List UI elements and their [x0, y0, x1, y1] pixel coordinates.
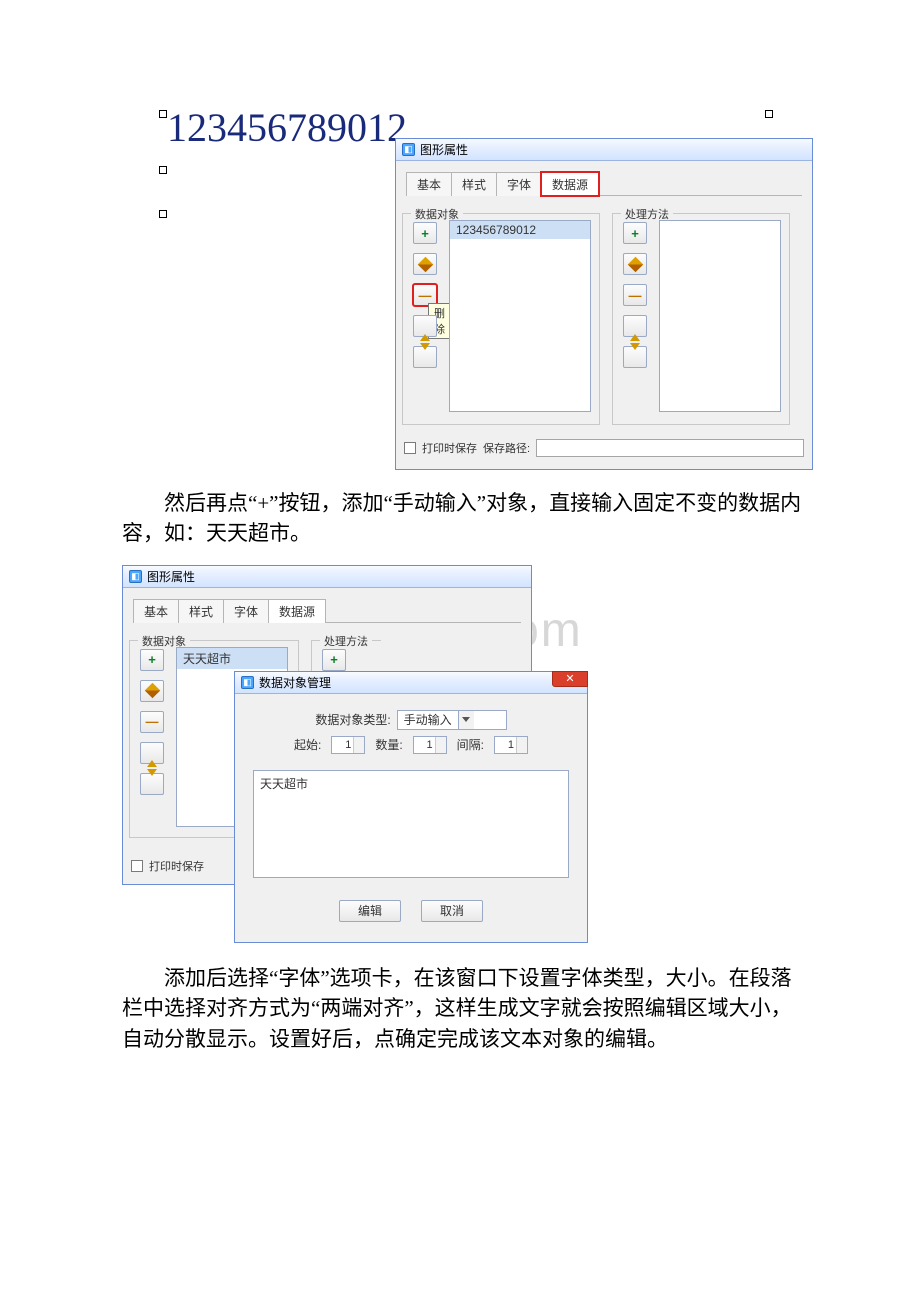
window-titlebar: ◧ 图形属性 — [123, 566, 531, 588]
qty-label: 数量: — [375, 736, 402, 753]
qty-spinner[interactable]: 1 — [413, 736, 447, 754]
window-title: 数据对象管理 — [259, 674, 331, 691]
edit-button[interactable] — [413, 253, 437, 275]
type-value: 手动输入 — [398, 711, 458, 728]
save-path-label: 保存路径: — [483, 440, 530, 456]
tab-font[interactable]: 字体 — [496, 172, 542, 196]
tab-strip: 基本 样式 字体 数据源 — [133, 598, 521, 623]
remove-button[interactable]: — 删除 — [413, 284, 437, 306]
arrow-down-icon — [147, 776, 157, 791]
remove-button[interactable]: — — [140, 711, 164, 733]
chevron-down-icon — [458, 711, 474, 729]
resize-handle — [765, 110, 773, 118]
close-button[interactable]: ✕ — [552, 671, 588, 687]
move-up-button[interactable] — [623, 315, 647, 337]
window-app-icon: ◧ — [129, 570, 142, 583]
gap-label: 间隔: — [457, 736, 484, 753]
list-item[interactable]: 天天超市 — [177, 648, 287, 669]
save-on-print-checkbox[interactable] — [404, 442, 416, 454]
pencil-icon — [630, 259, 641, 270]
data-object-group: 数据对象 + — 删除 123456789012 — [402, 213, 600, 425]
arrow-up-icon — [630, 319, 640, 334]
graphic-properties-window: ◧ 图形属性 基本 样式 字体 数据源 数据对象 + — — [395, 138, 813, 470]
move-down-button[interactable] — [413, 346, 437, 368]
resize-handle — [159, 210, 167, 218]
tab-datasource[interactable]: 数据源 — [268, 599, 326, 623]
cancel-button[interactable]: 取消 — [421, 900, 483, 922]
process-method-group: 处理方法 + — — [612, 213, 790, 425]
screenshot-2: www.bdocx.com ◧ 图形属性 基本 样式 字体 数据源 数据对象 + — [122, 565, 588, 945]
start-spinner[interactable]: 1 — [331, 736, 365, 754]
tab-basic[interactable]: 基本 — [133, 599, 179, 623]
arrow-down-icon — [630, 350, 640, 365]
window-app-icon: ◧ — [402, 143, 415, 156]
add-button[interactable]: + — [140, 649, 164, 671]
start-label: 起始: — [294, 736, 321, 753]
data-object-manage-dialog: ◧ 数据对象管理 ✕ 数据对象类型: 手动输入 起始: 1 数量: 1 间隔 — [234, 671, 588, 943]
edit-button[interactable]: 编辑 — [339, 900, 401, 922]
instruction-paragraph-1: 然后再点“+”按钮，添加“手动输入”对象，直接输入固定不变的数据内容，如：天天超… — [122, 488, 802, 549]
save-on-print-label: 打印时保存 — [149, 858, 204, 874]
move-down-button[interactable] — [140, 773, 164, 795]
move-up-button[interactable] — [413, 315, 437, 337]
gap-spinner[interactable]: 1 — [494, 736, 528, 754]
tab-style[interactable]: 样式 — [451, 172, 497, 196]
tab-strip: 基本 样式 字体 数据源 — [406, 171, 802, 196]
minus-icon: — — [146, 714, 159, 729]
list-item[interactable]: 123456789012 — [450, 221, 590, 239]
edit-button[interactable] — [140, 680, 164, 702]
add-button[interactable]: + — [413, 222, 437, 244]
type-label: 数据对象类型: — [315, 711, 390, 728]
process-method-list[interactable] — [659, 220, 781, 412]
plus-icon: + — [148, 652, 156, 667]
add-button[interactable]: + — [322, 649, 346, 671]
move-down-button[interactable] — [623, 346, 647, 368]
tab-datasource[interactable]: 数据源 — [541, 172, 599, 196]
type-combo[interactable]: 手动输入 — [397, 710, 507, 730]
move-up-button[interactable] — [140, 742, 164, 764]
arrow-up-icon — [420, 319, 430, 334]
window-titlebar: ◧ 图形属性 — [396, 139, 812, 161]
instruction-paragraph-2: 添加后选择“字体”选项卡，在该窗口下设置字体类型，大小。在段落栏中选择对齐方式为… — [122, 963, 802, 1054]
plus-icon: + — [421, 226, 429, 241]
minus-icon: — — [419, 288, 432, 303]
tab-font[interactable]: 字体 — [223, 599, 269, 623]
data-object-list[interactable]: 123456789012 — [449, 220, 591, 412]
window-title: 图形属性 — [420, 141, 468, 158]
canvas-number-text: 123456789012 — [167, 104, 407, 151]
save-on-print-checkbox[interactable] — [131, 860, 143, 872]
edit-button[interactable] — [623, 253, 647, 275]
tab-style[interactable]: 样式 — [178, 599, 224, 623]
window-title: 图形属性 — [147, 568, 195, 585]
tab-basic[interactable]: 基本 — [406, 172, 452, 196]
pencil-icon — [147, 685, 158, 696]
minus-icon: — — [629, 288, 642, 303]
save-on-print-label: 打印时保存 — [422, 440, 477, 456]
window-app-icon: ◧ — [241, 676, 254, 689]
arrow-down-icon — [420, 350, 430, 365]
plus-icon: + — [330, 652, 338, 667]
manual-input-textarea[interactable]: 天天超市 — [253, 770, 569, 878]
pencil-icon — [420, 259, 431, 270]
arrow-up-icon — [147, 745, 157, 760]
resize-handle — [159, 110, 167, 118]
screenshot-1: 123456789012 ◧ 图形属性 基本 样式 字体 数据源 数据对象 + — [159, 110, 813, 470]
resize-handle — [159, 166, 167, 174]
add-button[interactable]: + — [623, 222, 647, 244]
process-method-legend: 处理方法 — [320, 633, 372, 649]
save-path-input[interactable] — [536, 439, 804, 457]
plus-icon: + — [631, 226, 639, 241]
remove-button[interactable]: — — [623, 284, 647, 306]
window-titlebar: ◧ 数据对象管理 — [235, 672, 587, 694]
